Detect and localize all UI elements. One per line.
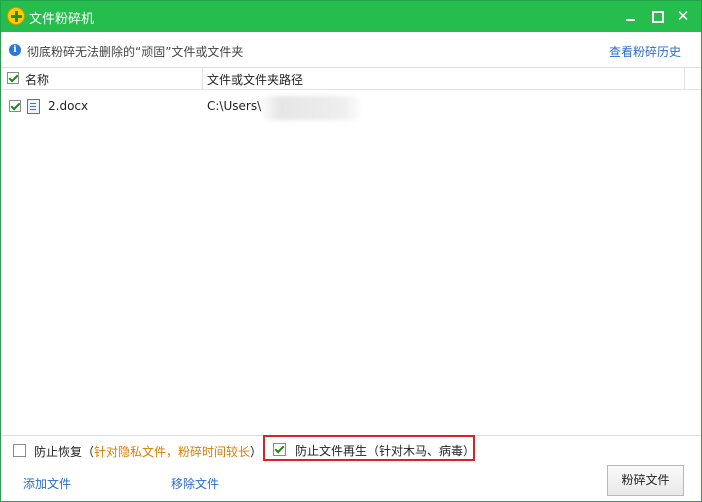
info-bar: i 彻底粉碎无法删除的“顽固”文件或文件夹 查看粉碎历史 xyxy=(1,33,701,67)
minimize-icon xyxy=(626,19,635,21)
prevent-restore-note: 针对隐私文件，粉碎时间较长 xyxy=(94,445,251,459)
add-file-link[interactable]: 添加文件 xyxy=(23,475,71,492)
info-icon: i xyxy=(9,44,21,56)
view-history-link[interactable]: 查看粉碎历史 xyxy=(609,43,681,60)
row-checkbox[interactable] xyxy=(9,100,21,112)
prevent-restore-close: ） xyxy=(250,445,263,459)
title-bar[interactable]: 文件粉碎机 ✕ xyxy=(1,1,701,32)
column-header-name[interactable]: 名称 xyxy=(25,71,49,88)
info-text: 彻底粉碎无法删除的“顽固”文件或文件夹 xyxy=(27,45,244,59)
column-header-path[interactable]: 文件或文件夹路径 xyxy=(207,71,303,88)
table-header: 名称 文件或文件夹路径 xyxy=(1,68,701,90)
prevent-restore-label[interactable]: 防止恢复（针对隐私文件，粉碎时间较长） xyxy=(34,443,262,460)
close-button[interactable]: ✕ xyxy=(670,1,696,32)
document-icon xyxy=(27,99,40,114)
prevent-restore-checkbox[interactable] xyxy=(13,444,26,457)
prevent-regen-label[interactable]: 防止文件再生（针对木马、病毒） xyxy=(295,442,475,459)
remove-file-link[interactable]: 移除文件 xyxy=(171,475,219,492)
maximize-icon xyxy=(652,11,664,23)
shred-files-button[interactable]: 粉碎文件 xyxy=(607,465,684,496)
file-shredder-window: 文件粉碎机 ✕ i 彻底粉碎无法删除的“顽固”文件或文件夹 查看粉碎历史 名称 … xyxy=(0,0,702,502)
action-bar: 添加文件 移除文件 粉碎文件 xyxy=(1,463,701,501)
file-name: 2.docx xyxy=(48,99,89,113)
app-logo-icon xyxy=(7,7,25,25)
maximize-button[interactable] xyxy=(644,1,670,32)
redacted-blur xyxy=(259,96,363,120)
options-bar: 防止恢复（针对隐私文件，粉碎时间较长） 防止文件再生（针对木马、病毒） xyxy=(1,435,701,463)
window-title: 文件粉碎机 xyxy=(29,12,95,27)
table-row[interactable]: 2.docx C:\Users\ xyxy=(1,96,701,120)
minimize-button[interactable] xyxy=(618,1,644,32)
column-divider[interactable] xyxy=(684,68,685,89)
select-all-checkbox[interactable] xyxy=(7,72,19,84)
prevent-regen-checkbox[interactable] xyxy=(273,443,286,456)
file-path: C:\Users\ xyxy=(207,99,262,113)
prevent-restore-text: 防止恢复（ xyxy=(34,445,95,459)
file-list: 名称 文件或文件夹路径 2.docx C:\Users\ xyxy=(1,67,701,436)
column-divider[interactable] xyxy=(202,68,203,89)
close-icon: ✕ xyxy=(676,7,690,25)
